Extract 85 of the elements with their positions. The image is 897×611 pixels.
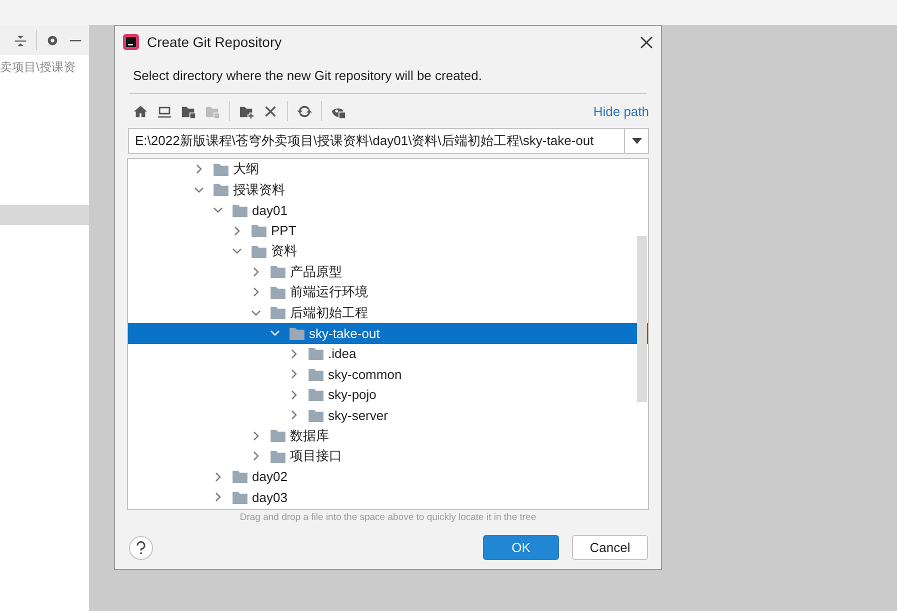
tree-row[interactable]: 后端初始工程	[128, 302, 648, 323]
help-icon	[135, 540, 147, 554]
folder-name: sky-common	[328, 366, 402, 382]
folder-icon	[270, 429, 286, 442]
folder-name: 前端运行环境	[290, 283, 368, 302]
folder-name: 产品原型	[290, 262, 342, 281]
path-field[interactable]: E:\2022新版课程\苍穹外卖项目\授课资料\day01\资料\后端初始工程\sky-take-out	[128, 128, 649, 154]
folder-name: sky-take-out	[309, 326, 380, 341]
description-text: Select directory where the new Git repository will be created.	[129, 68, 647, 94]
tree-row[interactable]: day02	[128, 466, 648, 487]
folder-icon	[289, 326, 305, 340]
ok-button[interactable]: OK	[483, 535, 559, 560]
folder-icon	[270, 450, 286, 463]
folder-name: sky-server	[328, 408, 388, 423]
tree-row[interactable]: sky-take-out	[128, 323, 648, 344]
tree-row[interactable]: sky-pojo	[128, 384, 648, 405]
scrollbar[interactable]	[637, 236, 647, 402]
folder-icon	[213, 183, 229, 196]
folder-name: sky-pojo	[328, 387, 376, 402]
path-text: 卖项目\授课资	[0, 59, 76, 76]
folder-name: day02	[252, 469, 288, 484]
folder-icon	[270, 265, 286, 278]
tree-row[interactable]: PPT	[128, 220, 648, 241]
folder-name: PPT	[271, 223, 296, 238]
tree-row[interactable]: day03	[128, 487, 648, 508]
folder-icon	[308, 408, 324, 422]
home-icon[interactable]	[133, 104, 148, 118]
tree-row[interactable]: 产品原型	[128, 262, 648, 282]
tree-row[interactable]: sky-common	[128, 364, 648, 384]
refresh-icon[interactable]	[297, 104, 312, 118]
tree-row[interactable]: 数据库	[128, 426, 648, 446]
chevron-right-icon[interactable]	[232, 226, 242, 236]
chevron-right-icon[interactable]	[289, 390, 299, 400]
caret-icon	[632, 138, 642, 144]
folder-icon	[270, 306, 286, 320]
chevron-right-icon[interactable]	[289, 348, 299, 359]
folder-name: 授课资料	[233, 180, 285, 199]
folder-icon	[251, 244, 267, 258]
help-button[interactable]	[129, 536, 153, 560]
folder-icon	[308, 368, 324, 381]
close-icon[interactable]	[640, 36, 653, 48]
cancel-button[interactable]: Cancel	[572, 535, 648, 560]
folder-name: 后端初始工程	[290, 304, 368, 322]
chevron-right-icon[interactable]	[213, 492, 223, 502]
tree-row[interactable]: 前端运行环境	[128, 282, 648, 302]
folder-name: 数据库	[290, 426, 329, 445]
chevron-right-icon[interactable]	[251, 430, 261, 441]
tree-row[interactable]: day01	[128, 200, 648, 220]
folder-icon	[308, 347, 324, 360]
window-title: Create Git Repository	[147, 34, 283, 50]
chevron-right-icon[interactable]	[251, 451, 261, 462]
folder-icon	[308, 388, 324, 402]
tree-row[interactable]: 资料	[128, 241, 648, 262]
hide-path-link[interactable]: Hide path	[593, 104, 649, 118]
folder-icon	[251, 224, 267, 238]
chevron-down-icon[interactable]	[232, 246, 242, 256]
chevron-down-icon[interactable]	[270, 328, 280, 338]
folder-name: .idea	[328, 346, 356, 362]
folder-name: 大纲	[233, 160, 259, 178]
chevron-down-icon[interactable]	[213, 205, 223, 216]
folder-name: day01	[252, 202, 288, 218]
tree-row[interactable]: .idea	[128, 344, 648, 364]
tree-row[interactable]: 项目接口	[128, 446, 648, 466]
folder-icon	[232, 470, 248, 484]
chevron-right-icon[interactable]	[289, 410, 299, 420]
folder-icon	[213, 162, 229, 176]
chevron-right-icon[interactable]	[194, 164, 204, 174]
app-logo-icon	[123, 34, 139, 50]
chevron-right-icon[interactable]	[251, 287, 261, 298]
folder-icon	[232, 490, 248, 504]
chevron-down-icon[interactable]	[194, 184, 204, 195]
tree-row[interactable]: 授课资料	[128, 180, 648, 200]
chevron-right-icon[interactable]	[289, 369, 299, 380]
folder-icon	[270, 286, 286, 299]
chevron-right-icon[interactable]	[213, 472, 223, 482]
tree-row[interactable]: sky-server	[128, 405, 648, 426]
folder-name: day03	[252, 490, 288, 505]
chevron-down-icon[interactable]	[251, 308, 261, 318]
folder-name: 资料	[271, 242, 297, 260]
delete-icon[interactable]	[263, 104, 278, 118]
hint-text: Drag and drop a file into the space above to quickly locate it in the tree	[238, 512, 538, 523]
folder-icon	[232, 204, 248, 217]
folder-name: 项目接口	[290, 447, 342, 466]
tree-row[interactable]: 大纲	[128, 159, 648, 180]
chevron-right-icon[interactable]	[251, 266, 261, 277]
